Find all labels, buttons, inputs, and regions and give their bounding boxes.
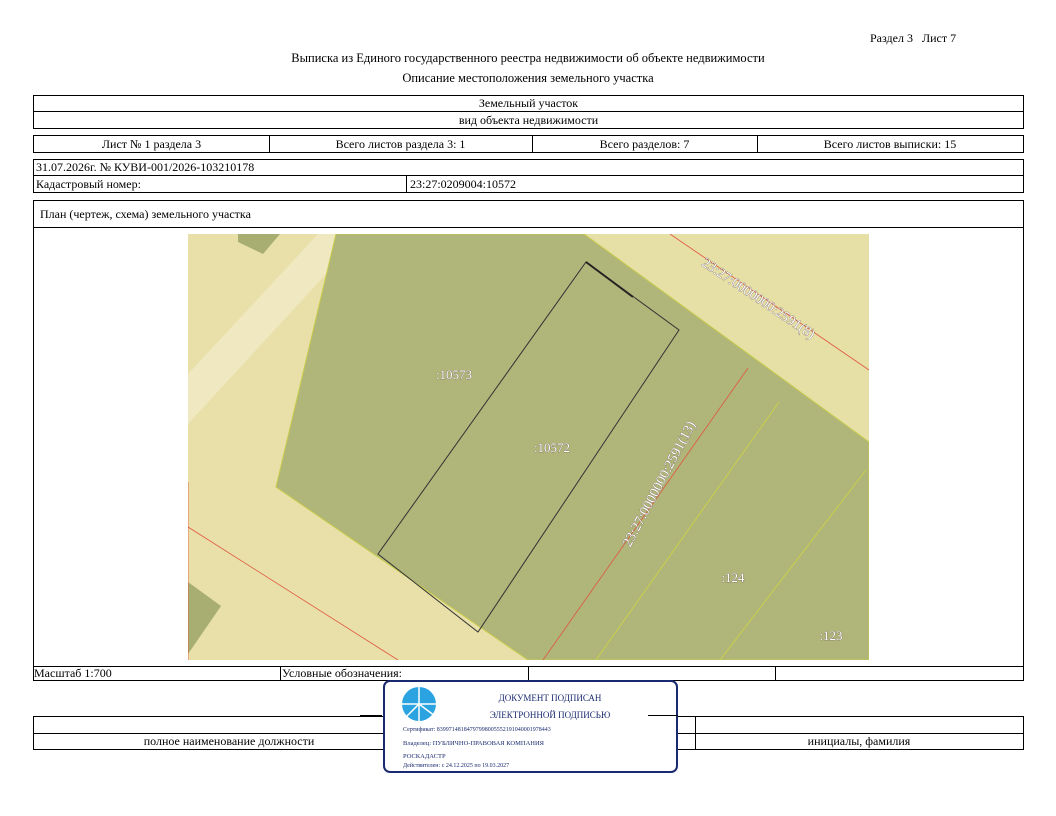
object-type-row: Земельный участок — [33, 95, 1024, 112]
record-row: 31.07.2026г. № КУВИ-001/2026-103210178 — [33, 159, 1024, 176]
cadastral-row: Кадастровый номер: 23:27:0209004:10572 — [33, 175, 1024, 193]
total-extract-sheets: Всего листов выписки: 15 — [823, 136, 957, 151]
label-parcel-10572: :10572 — [534, 440, 570, 455]
record-date-number: 31.07.2026г. № КУВИ-001/2026-103210178 — [36, 160, 255, 174]
total-section-sheets: Всего листов раздела 3: 1 — [335, 136, 466, 151]
label-parcel-123: :123 — [819, 628, 842, 643]
stamp-line-1: ДОКУМЕНТ ПОДПИСАН — [498, 693, 602, 703]
section-sheet-label: Раздел 3 Лист 7 — [870, 31, 957, 45]
stamp-certificate: Сертификат: 8399714818479799800555219104… — [403, 727, 551, 733]
document-subtitle: Описание местоположения земельного участ… — [402, 71, 654, 85]
signature-logo-icon — [402, 687, 436, 721]
name-caption: инициалы, фамилия — [807, 734, 911, 748]
object-type-caption: вид объекта недвижимости — [458, 112, 599, 127]
stamp-owner-2: РОСКАДАСТР — [403, 753, 446, 760]
e-signature-stamp: ДОКУМЕНТ ПОДПИСАН ЭЛЕКТРОННОЙ ПОДПИСЬЮ С… — [383, 680, 678, 773]
parcel-map: :10573 :10572 :124 :123 23:27:0000000:25… — [188, 234, 869, 660]
scale-legend-row: Масштаб 1:700 Условные обозначения: — [33, 666, 1024, 681]
plan-title: План (чертеж, схема) земельного участка — [40, 206, 251, 221]
cadastral-number: 23:27:0209004:10572 — [410, 176, 517, 191]
total-sections: Всего разделов: 7 — [599, 136, 690, 151]
scale-label: Масштаб 1:700 — [34, 666, 112, 680]
legend-label: Условные обозначения: — [282, 666, 403, 680]
position-caption: полное наименование должности — [143, 734, 315, 748]
object-type-caption-row: вид объекта недвижимости — [33, 111, 1024, 129]
stamp-line-right — [648, 715, 678, 716]
stamp-line-2: ЭЛЕКТРОННОЙ ПОДПИСЬЮ — [489, 710, 611, 720]
object-type: Земельный участок — [478, 96, 579, 110]
label-parcel-124: :124 — [721, 570, 745, 585]
plan-title-row: План (чертеж, схема) земельного участка — [33, 200, 1024, 228]
stamp-owner-1: Владелец: ПУБЛИЧНО-ПРАВОВАЯ КОМПАНИЯ — [403, 740, 544, 747]
document-title: Выписка из Единого государственного реес… — [291, 51, 765, 65]
sheet-number: Лист № 1 раздела 3 — [101, 136, 202, 151]
stamp-validity: Действителен: с 24.12.2025 по 19.03.2027 — [403, 763, 510, 769]
label-parcel-10573: :10573 — [436, 367, 472, 382]
stamp-line-left — [360, 715, 382, 716]
cadastral-label: Кадастровый номер: — [36, 176, 141, 191]
sheets-row: Лист № 1 раздела 3 Всего листов раздела … — [33, 135, 1024, 153]
